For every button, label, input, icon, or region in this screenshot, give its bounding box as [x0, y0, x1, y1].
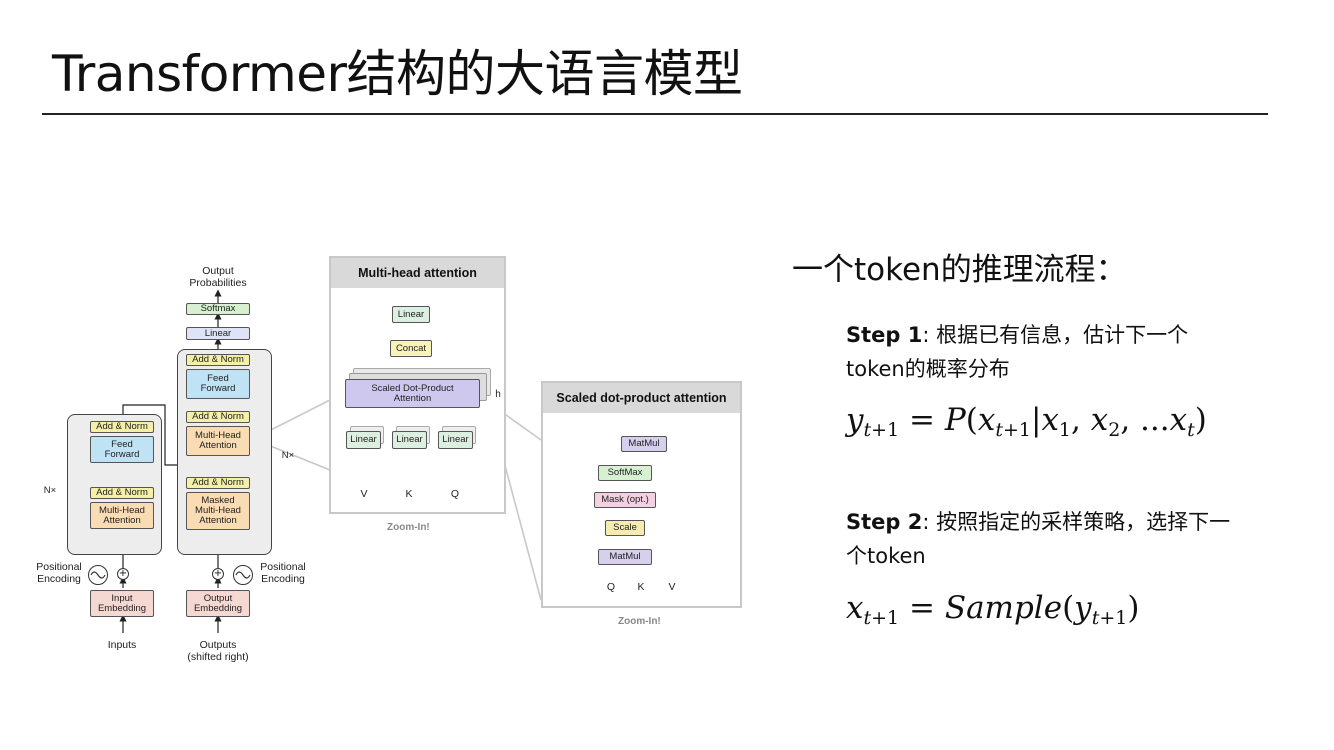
encoder-sine-wave-icon	[88, 565, 108, 585]
sdpa-zoom-label: Zoom-In!	[618, 616, 661, 627]
mh-input-q: Q	[450, 488, 460, 500]
mh-input-k: K	[405, 488, 413, 500]
softmax-block: Softmax	[186, 303, 250, 315]
encoder-add-norm-bottom: Add & Norm	[90, 487, 154, 499]
step1-text: Step 1: 根据已有信息，估计下一个token的概率分布	[846, 318, 1246, 386]
step1-formula: yt+1 = P(xt+1|x1, x2, ...xt)	[846, 402, 1207, 441]
transformer-diagram: Output Probabilities Softmax Linear Add …	[0, 0, 760, 700]
mh-h-label: h	[495, 389, 501, 400]
decoder-masked-multi-head-attention: Masked Multi-Head Attention	[186, 492, 250, 530]
decoder-nx-label: N×	[281, 450, 295, 461]
mh-linear-top: Linear	[392, 306, 430, 323]
mh-linear-q: Linear	[438, 431, 473, 449]
output-probabilities-label: Output Probabilities	[189, 265, 247, 289]
decoder-feed-forward: Feed Forward	[186, 369, 250, 399]
encoder-nx-label: N×	[43, 485, 57, 496]
mh-concat: Concat	[390, 340, 432, 357]
step2-formula: xt+1 = Sample(yt+1)	[846, 590, 1140, 629]
sdpa-mask: Mask (opt.)	[594, 492, 656, 508]
step2-label: Step 2	[846, 510, 923, 534]
encoder-multi-head-attention: Multi-Head Attention	[90, 502, 154, 529]
linear-block: Linear	[186, 327, 250, 340]
encoder-feed-forward: Feed Forward	[90, 436, 154, 463]
step1-label: Step 1	[846, 323, 923, 347]
decoder-add-norm-1: Add & Norm	[186, 354, 250, 366]
mh-zoom-label: Zoom-In!	[387, 522, 430, 533]
mh-linear-k: Linear	[392, 431, 427, 449]
sdpa-softmax: SoftMax	[598, 465, 652, 481]
mh-input-v: V	[360, 488, 368, 500]
decoder-add-norm-2: Add & Norm	[186, 411, 250, 423]
inference-heading: 一个token的推理流程：	[792, 252, 1127, 288]
decoder-sine-wave-icon	[233, 565, 253, 585]
sdpa-input-q: Q	[606, 581, 616, 593]
inputs-label: Inputs	[107, 639, 137, 651]
decoder-multi-head-attention: Multi-Head Attention	[186, 426, 250, 456]
sdpa-matmul-bottom: MatMul	[598, 549, 652, 565]
outputs-label: Outputs (shifted right)	[187, 639, 249, 663]
encoder-add-circle: +	[117, 568, 129, 580]
sdpa-scale: Scale	[605, 520, 645, 536]
decoder-add-circle: +	[212, 568, 224, 580]
mh-scaled-dot-product-block: Scaled Dot-Product Attention	[345, 379, 480, 408]
decoder-add-norm-3: Add & Norm	[186, 477, 250, 489]
step2-text: Step 2: 按照指定的采样策略，选择下一个token	[846, 505, 1246, 573]
mh-linear-v: Linear	[346, 431, 381, 449]
scaled-dot-product-header: Scaled dot-product attention	[543, 383, 740, 413]
input-embedding-block: Input Embedding	[90, 590, 154, 617]
decoder-positional-encoding-label: Positional Encoding	[260, 561, 306, 585]
multi-head-attention-header: Multi-head attention	[331, 258, 504, 288]
output-embedding-block: Output Embedding	[186, 590, 250, 617]
sdpa-input-k: K	[637, 581, 645, 593]
sdpa-matmul-top: MatMul	[621, 436, 667, 452]
sdpa-input-v: V	[668, 581, 676, 593]
encoder-positional-encoding-label: Positional Encoding	[36, 561, 82, 585]
encoder-add-norm-top: Add & Norm	[90, 421, 154, 433]
